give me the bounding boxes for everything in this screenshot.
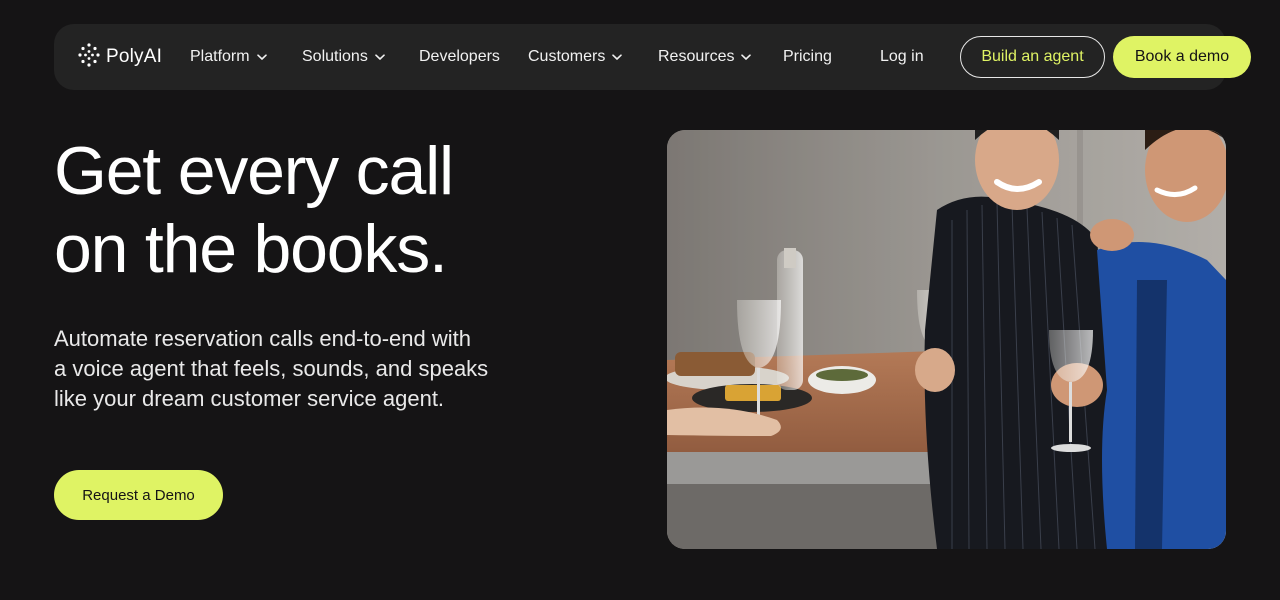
nav-item-label: Platform [190, 48, 250, 65]
nav-item-customers[interactable]: Customers [528, 24, 623, 90]
nav-item-solutions[interactable]: Solutions [302, 24, 386, 90]
login-link[interactable]: Log in [880, 24, 924, 90]
nav-item-label: Resources [658, 48, 735, 65]
book-demo-label: Book a demo [1134, 48, 1230, 65]
request-demo-label: Request a Demo [82, 486, 195, 504]
polyai-logo[interactable]: PolyAI [78, 24, 162, 90]
brand-name: PolyAI [106, 46, 163, 67]
hero-subtitle-line: like your dream customer service agent. [54, 386, 445, 411]
hero-title-line: Get every call [54, 133, 454, 209]
hero-title: Get every call on the books. [54, 132, 614, 288]
chevron-down-icon [611, 51, 623, 63]
nav-item-platform[interactable]: Platform [190, 24, 268, 90]
nav-item-pricing[interactable]: Pricing [783, 24, 832, 90]
hero-subtitle: Automate reservation calls end-to-end wi… [54, 324, 554, 414]
book-demo-button[interactable]: Book a demo [1113, 36, 1251, 78]
hero-subtitle-line: a voice agent that feels, sounds, and sp… [54, 356, 489, 381]
login-label: Log in [880, 48, 924, 65]
hero-subtitle-line: Automate reservation calls end-to-end wi… [54, 326, 471, 351]
chevron-down-icon [256, 51, 268, 63]
request-demo-button[interactable]: Request a Demo [54, 470, 223, 520]
nav-item-label: Solutions [302, 48, 368, 65]
build-agent-button[interactable]: Build an agent [960, 36, 1105, 78]
nav-item-label: Developers [419, 48, 500, 65]
chevron-down-icon [374, 51, 386, 63]
nav-item-developers[interactable]: Developers [419, 24, 500, 90]
nav-item-label: Customers [528, 48, 606, 65]
hero-photo [667, 130, 1226, 549]
nav-item-label: Pricing [783, 48, 832, 65]
build-agent-label: Build an agent [981, 48, 1084, 65]
chevron-down-icon [740, 51, 752, 63]
hero-title-line: on the books. [54, 211, 448, 287]
polyai-dots-logo-icon [78, 42, 100, 72]
nav-item-resources[interactable]: Resources [658, 24, 752, 90]
top-navigation-bar: PolyAI Platform Solutions Developers Cus… [54, 24, 1251, 90]
